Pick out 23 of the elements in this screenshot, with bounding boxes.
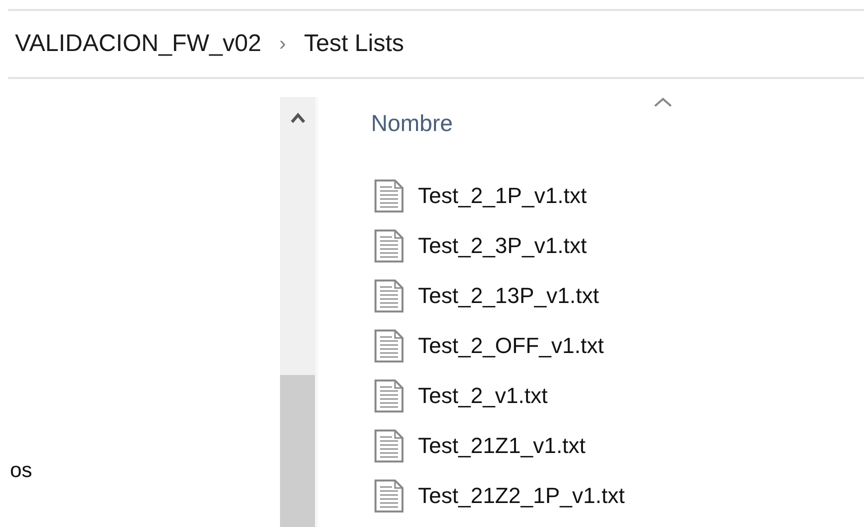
text-file-icon: [374, 429, 404, 463]
text-file-icon: [374, 179, 404, 213]
file-name[interactable]: Test_21Z1_v1.txt: [418, 433, 586, 459]
file-name[interactable]: Test_2_v1.txt: [418, 383, 548, 409]
file-name[interactable]: Test_2_OFF_v1.txt: [418, 333, 604, 359]
text-file-icon: [374, 279, 404, 313]
file-name[interactable]: Test_21Z2_1P_v1.txt: [418, 483, 625, 509]
file-name[interactable]: Test_2_3P_v1.txt: [418, 233, 587, 259]
scrollbar-thumb[interactable]: [280, 375, 315, 527]
scrollbar[interactable]: [280, 97, 318, 527]
text-file-icon: [374, 479, 404, 513]
file-name[interactable]: Test_2_1P_v1.txt: [418, 183, 587, 209]
text-file-icon: [374, 379, 404, 413]
nav-item[interactable]: os: [10, 459, 32, 483]
scroll-up-icon[interactable]: [290, 112, 306, 124]
address-bar[interactable]: VALIDACION_FW_v02 › Test Lists: [8, 9, 864, 79]
text-file-icon: [374, 229, 404, 263]
column-header[interactable]: Nombre: [371, 110, 453, 137]
breadcrumb-separator: ›: [279, 32, 286, 56]
breadcrumb-item[interactable]: Test Lists: [304, 30, 404, 58]
breadcrumb-item[interactable]: VALIDACION_FW_v02: [15, 30, 262, 58]
text-file-icon: [374, 329, 404, 363]
file-name[interactable]: Test_2_13P_v1.txt: [418, 283, 600, 309]
